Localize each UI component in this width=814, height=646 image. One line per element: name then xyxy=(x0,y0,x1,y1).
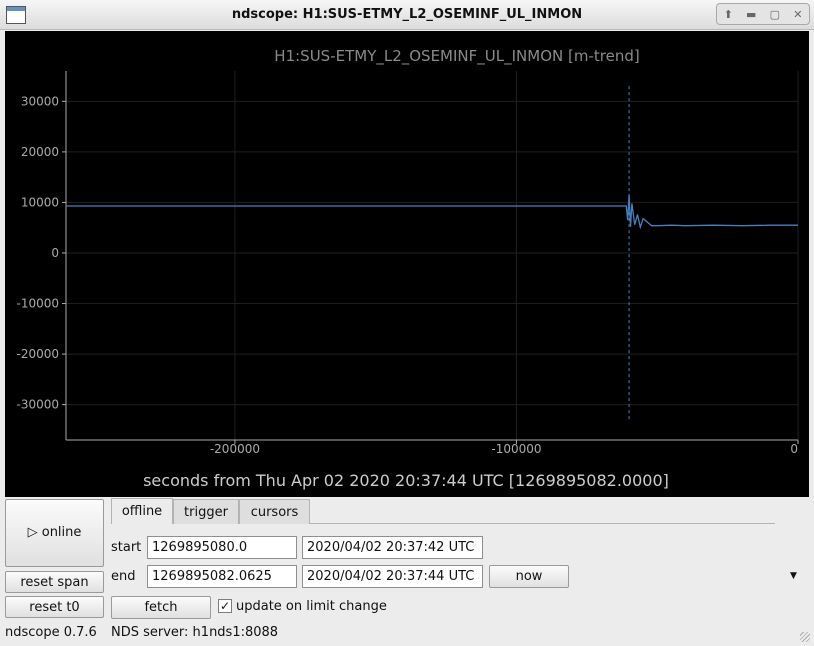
end-label: end xyxy=(111,569,136,584)
start-utc-field[interactable]: 2020/04/02 20:37:42 UTC xyxy=(302,536,483,559)
tab-cursors[interactable]: cursors xyxy=(239,499,310,524)
maximize-icon[interactable]: ▢ xyxy=(770,8,780,21)
series-line xyxy=(66,194,798,230)
now-button[interactable]: now xyxy=(489,565,569,588)
y-tick-label: -10000 xyxy=(16,297,59,311)
close-icon[interactable]: ✕ xyxy=(793,8,802,21)
fetch-button[interactable]: fetch xyxy=(111,596,211,619)
start-gps-field[interactable]: 1269895080.0 xyxy=(147,536,297,559)
tab-offline[interactable]: offline xyxy=(111,498,173,524)
end-gps-field[interactable]: 1269895082.0625 xyxy=(147,565,297,588)
update-label: update on limit change xyxy=(236,599,387,614)
minimize-icon[interactable]: ▬ xyxy=(746,8,756,21)
start-label: start xyxy=(111,540,142,555)
y-tick-label: 30000 xyxy=(21,94,59,108)
y-tick-label: -30000 xyxy=(16,398,59,412)
time-series-chart[interactable]: 30000 20000 10000 0 -10000 -20000 -30000 -20000… xyxy=(5,31,809,497)
update-checkbox[interactable]: ✓ xyxy=(218,599,232,613)
online-label: online xyxy=(41,525,82,540)
x-tick-label: -200000 xyxy=(210,442,260,456)
plot-area[interactable]: 30000 20000 10000 0 -10000 -20000 -30000 -20000… xyxy=(5,31,809,497)
nds-server-label: NDS server: h1nds1:8088 xyxy=(111,625,279,640)
resize-grip[interactable] xyxy=(800,632,810,642)
online-button[interactable]: ▷ online xyxy=(5,499,104,567)
reset-span-button[interactable]: reset span xyxy=(5,571,104,593)
window-title: ndscope: H1:SUS-ETMY_L2_OSEMINF_UL_INMON xyxy=(231,7,583,22)
dropdown-arrow-icon[interactable]: ▼ xyxy=(790,571,797,581)
x-axis-label: seconds from Thu Apr 02 2020 20:37:44 UT… xyxy=(143,471,669,490)
y-tick-label: 10000 xyxy=(21,195,59,209)
play-icon: ▷ xyxy=(27,525,38,540)
y-tick-label: 20000 xyxy=(21,145,59,159)
control-panel: ▷ online reset span reset t0 offline tri… xyxy=(0,497,814,646)
tab-trigger[interactable]: trigger xyxy=(173,499,239,524)
up-icon[interactable]: ⬆ xyxy=(724,8,733,21)
window-controls: ⬆ ▬ ▢ ✕ xyxy=(716,3,810,25)
title-bar: ndscope: H1:SUS-ETMY_L2_OSEMINF_UL_INMON… xyxy=(0,0,814,30)
reset-t0-button[interactable]: reset t0 xyxy=(5,596,104,618)
y-tick-label: 0 xyxy=(51,246,59,260)
version-label: ndscope 0.7.6 xyxy=(5,625,97,640)
x-tick-label: 0 xyxy=(790,442,798,456)
chart-title: H1:SUS-ETMY_L2_OSEMINF_UL_INMON [m-trend… xyxy=(274,47,639,66)
x-tick-label: -100000 xyxy=(491,442,541,456)
end-utc-field[interactable]: 2020/04/02 20:37:44 UTC xyxy=(302,565,483,588)
y-tick-label: -20000 xyxy=(16,347,59,361)
